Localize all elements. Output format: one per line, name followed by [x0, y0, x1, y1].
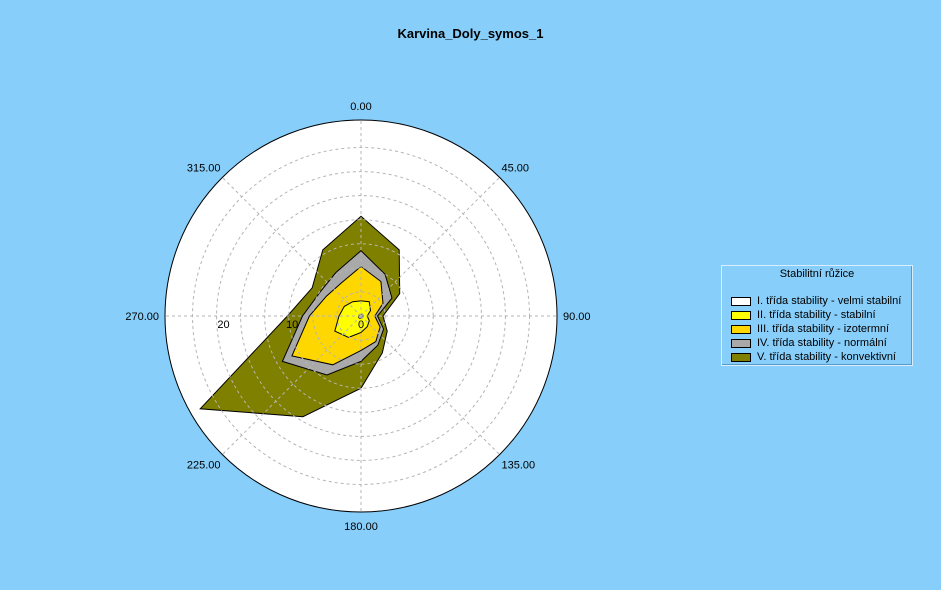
legend-items: I. třída stability - velmi stabilní II. t… — [722, 294, 912, 364]
legend-item-2: II. třída stability - stabilní — [722, 308, 912, 322]
legend-item-3: III. třída stability - izotermní — [722, 322, 912, 336]
angle-label-90: 90.00 — [563, 311, 591, 323]
legend-swatch — [731, 338, 751, 348]
angle-label-180: 180.00 — [344, 521, 378, 533]
legend-swatch — [731, 324, 751, 334]
angle-label-315: 315.00 — [187, 163, 221, 175]
legend-label: V. třída stability - konvektivní — [757, 351, 896, 363]
legend-swatch — [731, 352, 751, 362]
radial-tick-20: 20 — [217, 319, 229, 331]
legend-label: II. třída stability - stabilní — [757, 309, 876, 321]
legend-label: III. třída stability - izotermní — [757, 323, 890, 335]
radial-tick-10: 10 — [286, 319, 298, 331]
angle-label-135: 135.00 — [502, 460, 536, 472]
angle-label-270: 270.00 — [125, 311, 159, 323]
legend-item-4: IV. třída stability - normální — [722, 336, 912, 350]
legend-label: I. třída stability - velmi stabilní — [757, 295, 902, 307]
legend-swatch — [731, 296, 751, 306]
legend: Stabilitní růžice I. třída stability - v… — [721, 265, 913, 366]
legend-swatch — [731, 310, 751, 320]
angle-label-225: 225.00 — [187, 460, 221, 472]
legend-title: Stabilitní růžice — [779, 268, 855, 280]
legend-item-1: I. třída stability - velmi stabilní — [722, 294, 912, 308]
angle-label-0: 0.00 — [350, 101, 371, 113]
legend-label: IV. třída stability - normální — [757, 337, 887, 349]
radial-tick-0: 0 — [358, 319, 364, 331]
legend-item-5: V. třída stability - konvektivní — [722, 350, 912, 364]
angle-label-45: 45.00 — [502, 163, 530, 175]
